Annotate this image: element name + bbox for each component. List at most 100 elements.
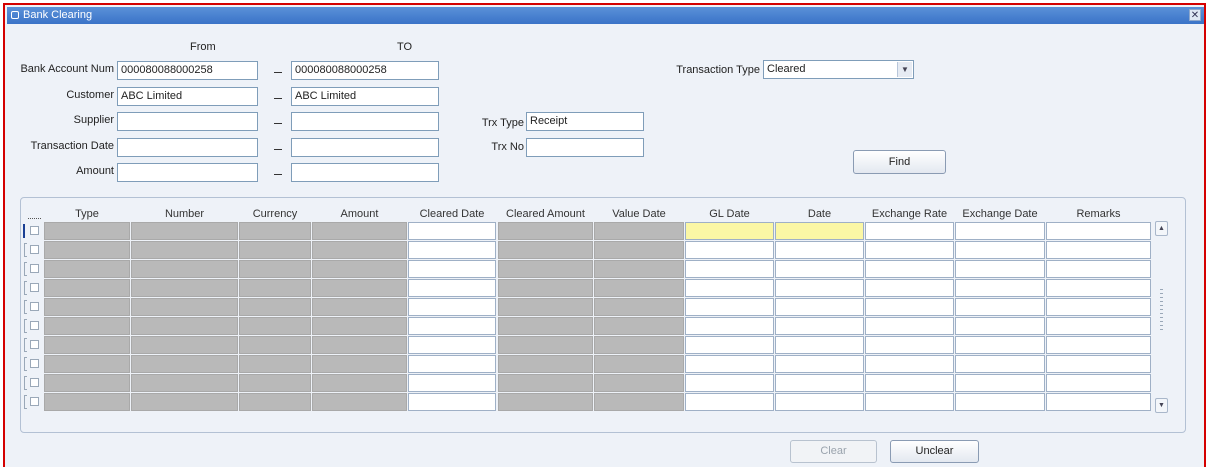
grid-cell[interactable] [685,393,774,411]
grid-cell[interactable] [865,317,954,335]
transaction-date-from-input[interactable] [117,138,258,157]
grid-cell[interactable] [685,222,774,240]
row-checkbox[interactable] [30,245,39,254]
grid-cell[interactable] [1046,298,1151,316]
trx-no-input[interactable] [526,138,644,157]
grid-cell[interactable] [955,374,1045,392]
row-checkbox[interactable] [30,302,39,311]
grid-cell[interactable] [775,317,864,335]
row-checkbox[interactable] [30,226,39,235]
supplier-from-input[interactable] [117,112,258,131]
row-selector[interactable] [24,376,27,390]
row-checkbox[interactable] [30,264,39,273]
row-checkbox[interactable] [30,378,39,387]
grid-cell[interactable] [408,279,496,297]
row-selector[interactable] [24,300,27,314]
grid-cell[interactable] [865,298,954,316]
row-checkbox[interactable] [30,340,39,349]
row-selector[interactable] [24,319,27,333]
row-selector[interactable] [24,281,27,295]
row-selector[interactable] [24,395,27,409]
transaction-date-to-input[interactable] [291,138,439,157]
amount-to-input[interactable] [291,163,439,182]
grid-cell[interactable] [865,241,954,259]
grid-cell[interactable] [775,355,864,373]
supplier-to-input[interactable] [291,112,439,131]
find-button[interactable]: Find [853,150,946,174]
bank-account-num-from-input[interactable]: 000080088000258 [117,61,258,80]
row-selector[interactable] [24,262,27,276]
grid-cell[interactable] [775,279,864,297]
grid-cell[interactable] [1046,317,1151,335]
grid-cell[interactable] [685,374,774,392]
grid-cell[interactable] [685,298,774,316]
grid-cell[interactable] [408,260,496,278]
grid-cell[interactable] [408,336,496,354]
grid-cell[interactable] [685,260,774,278]
grid-cell[interactable] [1046,393,1151,411]
scroll-down-icon[interactable]: ▼ [1155,398,1168,413]
grid-cell[interactable] [1046,222,1151,240]
amount-from-input[interactable] [117,163,258,182]
close-icon[interactable]: ✕ [1189,9,1201,21]
grid-cell[interactable] [955,279,1045,297]
unclear-button[interactable]: Unclear [890,440,979,463]
row-selector[interactable] [24,243,27,257]
grid-cell[interactable] [775,298,864,316]
row-selector[interactable] [24,357,27,371]
customer-to-input[interactable]: ABC Limited [291,87,439,106]
scrollbar-grip[interactable] [1160,289,1163,333]
grid-cell[interactable] [955,336,1045,354]
row-checkbox[interactable] [30,321,39,330]
transaction-type-select[interactable]: Cleared ▼ [763,60,914,79]
grid-cell[interactable] [1046,279,1151,297]
grid-cell[interactable] [1046,374,1151,392]
scroll-up-icon[interactable]: ▲ [1155,221,1168,236]
row-checkbox[interactable] [30,397,39,406]
bank-account-num-to-input[interactable]: 000080088000258 [291,61,439,80]
grid-cell[interactable] [865,279,954,297]
grid-cell[interactable] [775,393,864,411]
grid-cell[interactable] [865,222,954,240]
grid-cell[interactable] [955,298,1045,316]
clear-button[interactable]: Clear [790,440,877,463]
grid-cell[interactable] [408,355,496,373]
grid-cell[interactable] [685,279,774,297]
grid-cell[interactable] [775,374,864,392]
grid-cell[interactable] [1046,260,1151,278]
grid-cell[interactable] [408,222,496,240]
grid-cell[interactable] [955,317,1045,335]
grid-cell[interactable] [408,393,496,411]
grid-cell[interactable] [1046,336,1151,354]
grid-cell[interactable] [955,355,1045,373]
trx-type-input[interactable]: Receipt [526,112,644,131]
current-row-marker[interactable] [23,224,25,238]
grid-cell[interactable] [865,374,954,392]
grid-cell[interactable] [408,317,496,335]
grid-cell[interactable] [865,393,954,411]
grid-cell[interactable] [685,355,774,373]
row-selector[interactable] [24,338,27,352]
grid-cell[interactable] [865,355,954,373]
grid-cell[interactable] [1046,241,1151,259]
grid-cell[interactable] [955,241,1045,259]
grid-cell[interactable] [685,336,774,354]
grid-cell[interactable] [408,298,496,316]
grid-cell[interactable] [955,222,1045,240]
grid-cell[interactable] [1046,355,1151,373]
row-checkbox[interactable] [30,359,39,368]
chevron-down-icon[interactable]: ▼ [897,62,912,77]
grid-cell[interactable] [955,393,1045,411]
grid-cell[interactable] [775,336,864,354]
customer-from-input[interactable]: ABC Limited [117,87,258,106]
grid-cell[interactable] [775,241,864,259]
row-checkbox[interactable] [30,283,39,292]
grid-cell[interactable] [685,241,774,259]
grid-cell[interactable] [685,317,774,335]
grid-cell[interactable] [955,260,1045,278]
grid-cell[interactable] [408,374,496,392]
grid-cell[interactable] [865,260,954,278]
grid-scrollbar[interactable]: ▲ ▼ [1155,221,1168,413]
grid-cell[interactable] [865,336,954,354]
grid-cell[interactable] [775,222,864,240]
